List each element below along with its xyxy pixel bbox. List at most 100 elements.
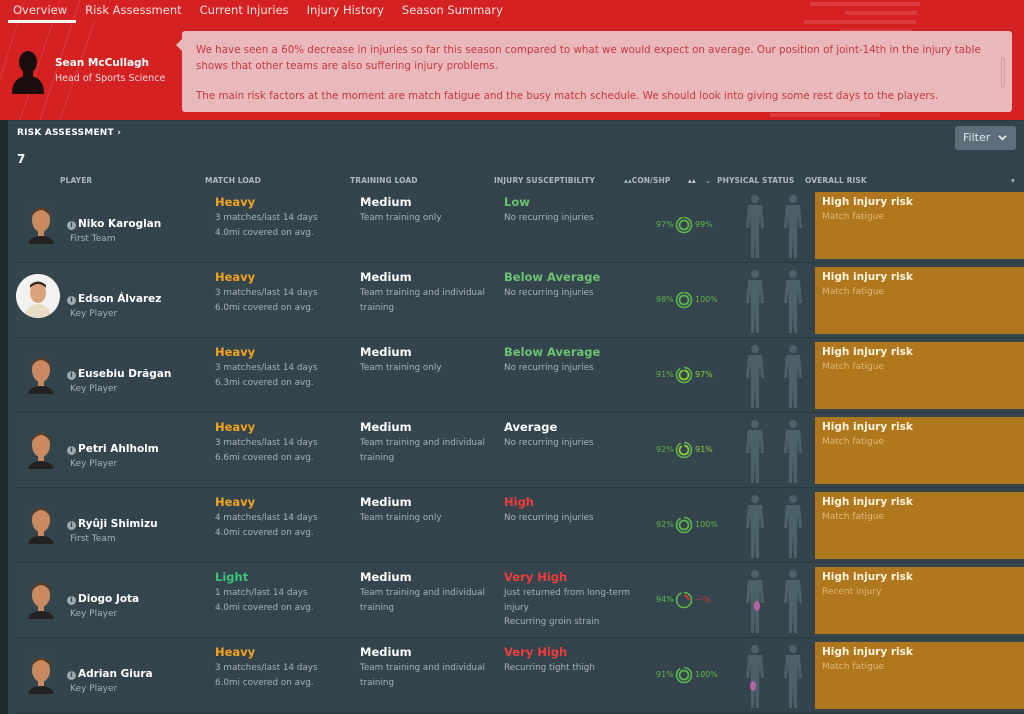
training-load-cell: Medium Team training only xyxy=(360,195,500,226)
col-training-load[interactable]: TRAINING LOAD xyxy=(350,176,418,185)
physical-status-body-icon[interactable] xyxy=(736,642,812,710)
tab-risk-assessment[interactable]: Risk Assessment xyxy=(76,0,190,22)
risk-reason: Match fatigue xyxy=(822,287,884,297)
physical-status-body-icon[interactable] xyxy=(736,342,812,410)
section-title-link[interactable]: RISK ASSESSMENT › xyxy=(17,128,121,138)
condition-value: 91% xyxy=(656,670,674,679)
chevron-down-icon[interactable]: ⌄ xyxy=(705,176,711,185)
info-icon[interactable]: i xyxy=(67,296,76,305)
training-load-cell: Medium Team training and individual trai… xyxy=(360,270,500,315)
training-load-detail: Team training only xyxy=(360,513,442,523)
injury-susceptibility-cell: High No recurring injuries xyxy=(504,495,644,526)
player-avatar[interactable] xyxy=(27,354,55,394)
col-overall-risk[interactable]: OVERALL RISK xyxy=(805,176,867,185)
risk-level: High injury risk xyxy=(822,646,913,658)
info-icon[interactable]: i xyxy=(67,671,76,680)
table-row[interactable]: i Adrian Giura Key Player Heavy 3 matche… xyxy=(16,638,1024,713)
susceptibility-value: Low xyxy=(504,195,530,209)
physical-status-body-icon[interactable] xyxy=(736,417,812,485)
advisor-card[interactable]: Sean McCullagh Head of Sports Science xyxy=(10,46,180,102)
info-icon[interactable]: i xyxy=(67,221,76,230)
chevron-down-icon xyxy=(998,135,1007,141)
condition-value: 91% xyxy=(656,370,674,379)
sharpness-value: 100% xyxy=(695,295,718,304)
physical-status-body-icon[interactable] xyxy=(736,492,812,560)
tab-bar: Overview Risk Assessment Current Injuries I… xyxy=(0,0,512,23)
info-icon[interactable]: i xyxy=(67,521,76,530)
col-physical-status[interactable]: PHYSICAL STATUS xyxy=(717,176,794,185)
susceptibility-value: Below Average xyxy=(504,345,601,359)
physical-status-body-icon[interactable] xyxy=(736,267,812,335)
susceptibility-detail-1: No recurring injuries xyxy=(504,438,594,448)
col-injury-susceptibility[interactable]: INJURY SUSCEPTIBILITY xyxy=(494,176,595,185)
info-icon[interactable]: i xyxy=(67,371,76,380)
training-load-detail: Team training and individual training xyxy=(360,663,485,688)
susceptibility-value: High xyxy=(504,495,534,509)
condition-sharpness: 91% 97% xyxy=(644,366,734,384)
match-load-detail-2: 6.0mi covered on avg. xyxy=(215,677,314,688)
tab-season-summary[interactable]: Season Summary xyxy=(393,0,512,22)
training-load-cell: Medium Team training and individual trai… xyxy=(360,420,500,465)
condition-value: 94% xyxy=(656,595,674,604)
player-name[interactable]: Edson Álvarez xyxy=(78,293,161,305)
table-row[interactable]: i Eusebiu Drăgan Key Player Heavy 3 matc… xyxy=(16,338,1024,413)
info-icon[interactable]: i xyxy=(67,446,76,455)
match-load-cell: Heavy 3 matches/last 14 days 6.6mi cover… xyxy=(215,420,355,465)
player-name[interactable]: Petri Ahlholm xyxy=(78,443,159,455)
table-row[interactable]: i Edson Álvarez Key Player Heavy 3 match… xyxy=(16,263,1024,338)
filter-button[interactable]: Filter xyxy=(955,126,1016,150)
risk-reason: Recent injury xyxy=(822,587,882,597)
col-con-shp[interactable]: ▴▴CON/SHP xyxy=(624,176,671,185)
table-row[interactable]: i Ryûji Shimizu First Team Heavy 4 match… xyxy=(16,488,1024,563)
col-player[interactable]: PLAYER xyxy=(60,176,92,185)
tab-overview[interactable]: Overview xyxy=(0,0,77,23)
player-avatar[interactable] xyxy=(27,654,55,694)
column-menu-icon[interactable]: ▾ xyxy=(1011,176,1015,185)
condition-ring-icon xyxy=(675,591,693,609)
table-row[interactable]: i Diogo Jota Key Player Light 1 match/la… xyxy=(16,563,1024,638)
risk-level: High injury risk xyxy=(822,196,913,208)
table-row[interactable]: i Niko Karoglan First Team Heavy 3 match… xyxy=(16,188,1024,263)
table-row[interactable]: i Petri Ahlholm Key Player Heavy 3 match… xyxy=(16,413,1024,488)
match-load-detail-2: 6.0mi covered on avg. xyxy=(215,302,314,313)
player-name[interactable]: Eusebiu Drăgan xyxy=(78,368,171,380)
risk-assessment-panel: RISK ASSESSMENT › 7 Filter PLAYER MATCH … xyxy=(8,121,1024,714)
match-load-detail-1: 3 matches/last 14 days xyxy=(215,213,318,223)
risk-reason: Match fatigue xyxy=(822,662,884,672)
player-avatar[interactable] xyxy=(27,429,55,469)
condition-sharpness: 92% 100% xyxy=(644,516,734,534)
col-match-load[interactable]: MATCH LOAD xyxy=(205,176,261,185)
condition-ring-icon xyxy=(675,366,693,384)
risk-level: High injury risk xyxy=(822,496,913,508)
player-name[interactable]: Ryûji Shimizu xyxy=(78,518,158,530)
match-load-cell: Heavy 3 matches/last 14 days 6.3mi cover… xyxy=(215,345,355,390)
condition-sharpness: 97% 99% xyxy=(644,216,734,234)
player-avatar[interactable] xyxy=(27,579,55,619)
tab-injury-history[interactable]: Injury History xyxy=(298,0,393,22)
advisor-name[interactable]: Sean McCullagh xyxy=(55,57,149,69)
message-scrollbar[interactable] xyxy=(1001,58,1005,88)
condition-sharpness: 92% 91% xyxy=(644,441,734,459)
sharpness-value: 100% xyxy=(695,670,718,679)
risk-level: High injury risk xyxy=(822,271,913,283)
info-icon[interactable]: i xyxy=(67,596,76,605)
player-squad-status: Key Player xyxy=(70,309,118,319)
sort-indicator[interactable]: ▴▴ xyxy=(688,176,696,185)
filter-label: Filter xyxy=(963,131,991,144)
player-name[interactable]: Diogo Jota xyxy=(78,593,139,605)
player-name[interactable]: Niko Karoglan xyxy=(78,218,161,230)
player-avatar[interactable] xyxy=(27,204,55,244)
player-name[interactable]: Adrian Giura xyxy=(78,668,153,680)
injury-susceptibility-cell: Below Average No recurring injuries xyxy=(504,270,644,301)
physical-status-body-icon[interactable] xyxy=(736,567,812,635)
condition-value: 97% xyxy=(656,220,674,229)
player-avatar[interactable] xyxy=(16,274,60,318)
player-avatar[interactable] xyxy=(27,504,55,544)
physical-status-body-icon[interactable] xyxy=(736,192,812,260)
sharpness-value: 99% xyxy=(695,220,713,229)
training-load-cell: Medium Team training and individual trai… xyxy=(360,570,500,615)
match-load-cell: Light 1 match/last 14 days 4.0mi covered… xyxy=(215,570,355,615)
match-load-detail-1: 4 matches/last 14 days xyxy=(215,513,318,523)
training-load-cell: Medium Team training only xyxy=(360,345,500,376)
tab-current-injuries[interactable]: Current Injuries xyxy=(191,0,298,22)
